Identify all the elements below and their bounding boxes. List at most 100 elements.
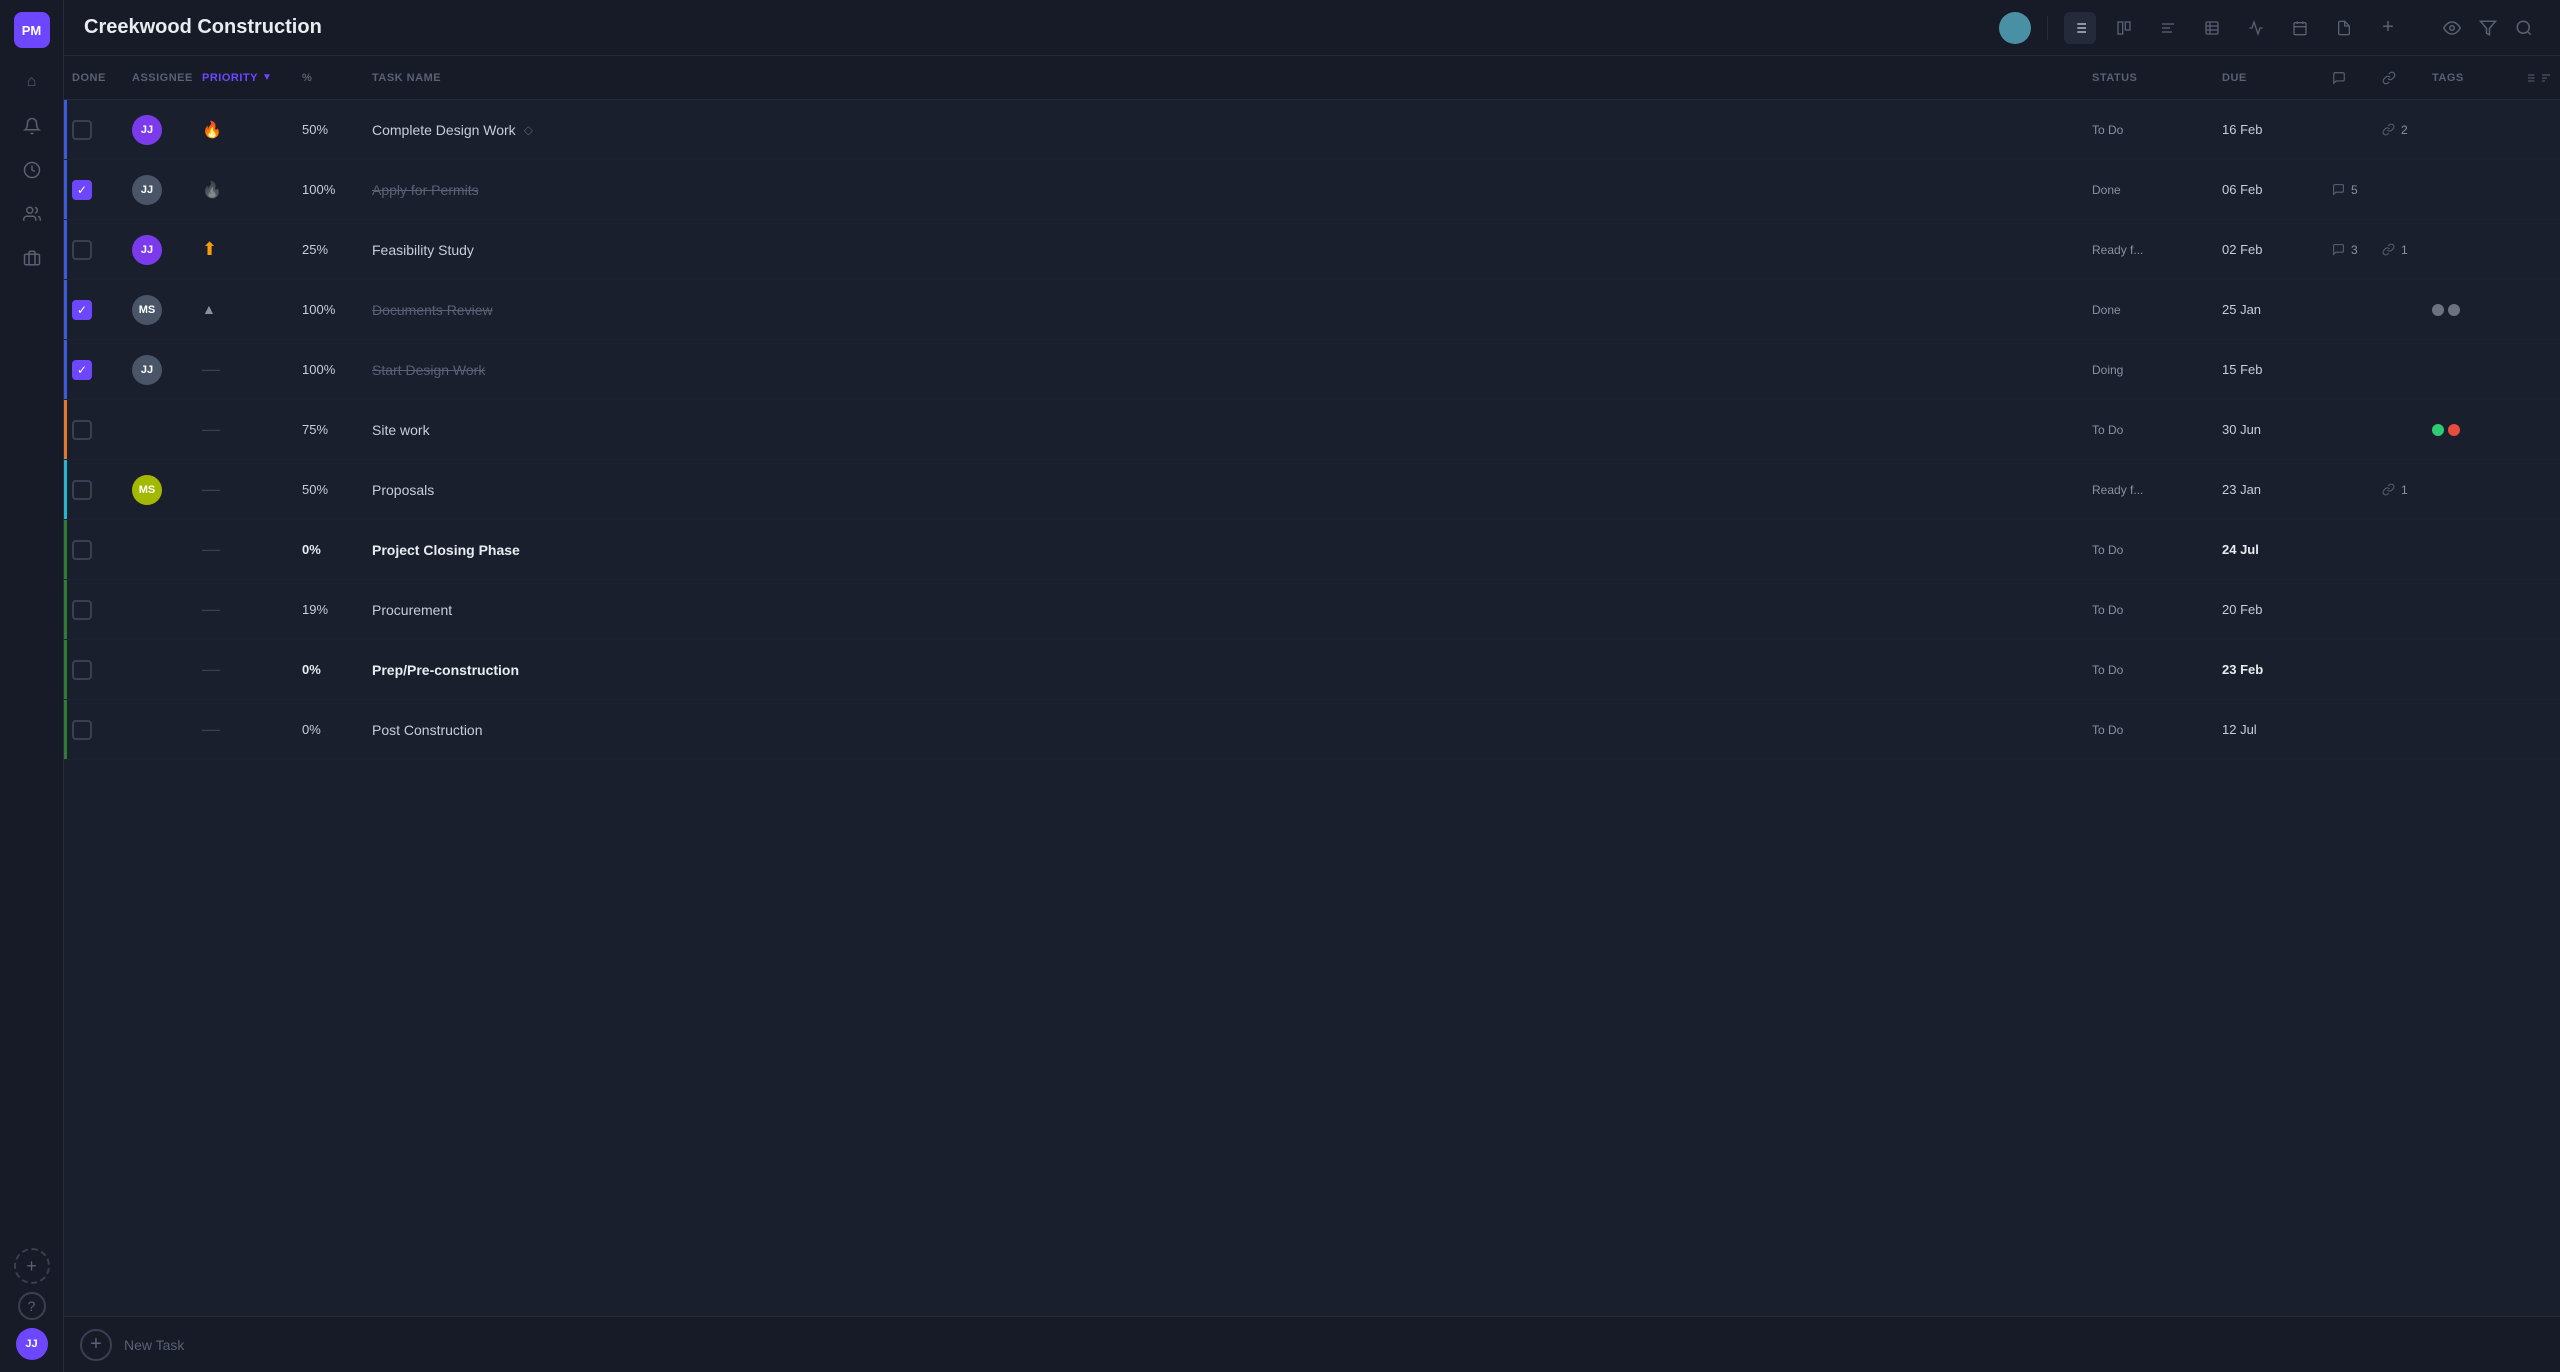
task-name[interactable]: Site work: [372, 422, 2092, 438]
col-priority[interactable]: PRIORITY ▼: [202, 72, 302, 84]
search-button[interactable]: [2508, 12, 2540, 44]
task-name[interactable]: Procurement: [372, 602, 2092, 618]
page-title: Creekwood Construction: [84, 16, 1987, 39]
task-status: To Do: [2092, 663, 2222, 677]
priority-icon: ⬆: [202, 239, 302, 260]
col-assignee: ASSIGNEE: [132, 72, 202, 84]
sidebar-item-history[interactable]: [14, 152, 50, 188]
filter-button[interactable]: [2472, 12, 2504, 44]
task-checkbox[interactable]: [72, 480, 92, 500]
sidebar-item-notifications[interactable]: [14, 108, 50, 144]
row-indicator: [64, 580, 67, 639]
table-row: MS—50%ProposalsReady f...23 Jan1: [64, 460, 2560, 520]
col-percent: %: [302, 72, 372, 84]
add-view-button[interactable]: +: [2372, 12, 2404, 44]
timeline-view-button[interactable]: [2240, 12, 2272, 44]
task-due-date: 16 Feb: [2222, 122, 2332, 137]
task-checkbox[interactable]: [72, 300, 92, 320]
task-percent: 100%: [302, 362, 372, 377]
watch-button[interactable]: [2436, 12, 2468, 44]
link-count: 1: [2401, 243, 2408, 257]
topbar: Creekwood Construction +: [64, 0, 2560, 56]
row-indicator: [64, 100, 67, 159]
assignee-avatar: MS: [132, 475, 162, 505]
task-name[interactable]: Documents Review: [372, 302, 2092, 318]
gantt-view-button[interactable]: [2152, 12, 2184, 44]
task-status: Doing: [2092, 363, 2222, 377]
task-name-suffix: ◇: [524, 123, 533, 137]
row-indicator: [64, 640, 67, 699]
sidebar-item-home[interactable]: ⌂: [14, 64, 50, 100]
task-checkbox[interactable]: [72, 600, 92, 620]
priority-icon: —: [202, 719, 302, 740]
row-indicator: [64, 340, 67, 399]
task-checkbox[interactable]: [72, 540, 92, 560]
sidebar-item-portfolio[interactable]: [14, 240, 50, 276]
task-status: Done: [2092, 183, 2222, 197]
task-name[interactable]: Post Construction: [372, 722, 2092, 738]
calendar-view-button[interactable]: [2284, 12, 2316, 44]
assignee-avatar: JJ: [132, 355, 162, 385]
task-comments: 3: [2332, 243, 2382, 257]
task-name[interactable]: Feasibility Study: [372, 242, 2092, 258]
assignee-avatar: JJ: [132, 175, 162, 205]
col-due: DUE: [2222, 72, 2332, 84]
task-tags: [2432, 424, 2552, 436]
priority-icon: —: [202, 539, 302, 560]
row-indicator: [64, 280, 67, 339]
link-count: 2: [2401, 123, 2408, 137]
row-indicator: [64, 520, 67, 579]
task-name[interactable]: Start Design Work: [372, 362, 2092, 378]
comment-count: 5: [2351, 183, 2358, 197]
list-view-button[interactable]: [2064, 12, 2096, 44]
task-checkbox[interactable]: [72, 240, 92, 260]
task-due-date: 30 Jun: [2222, 422, 2332, 437]
task-checkbox[interactable]: [72, 660, 92, 680]
priority-icon: —: [202, 659, 302, 680]
add-task-button[interactable]: +: [80, 1329, 112, 1361]
task-tags: [2432, 304, 2552, 316]
assignee-avatar: JJ: [132, 235, 162, 265]
task-name[interactable]: Apply for Permits: [372, 182, 2092, 198]
sidebar-add-project[interactable]: +: [14, 1248, 50, 1284]
sidebar-item-team[interactable]: [14, 196, 50, 232]
task-links: 1: [2382, 483, 2432, 497]
task-percent: 0%: [302, 662, 372, 677]
table-header: DONE ASSIGNEE PRIORITY ▼ % TASK NAME STA…: [64, 56, 2560, 100]
col-status: STATUS: [2092, 72, 2222, 84]
sidebar-help[interactable]: ?: [18, 1292, 46, 1320]
table-row: —75%Site workTo Do30 Jun: [64, 400, 2560, 460]
table-row: JJ🔥100%Apply for PermitsDone06 Feb5: [64, 160, 2560, 220]
table-row: JJ—100%Start Design WorkDoing15 Feb: [64, 340, 2560, 400]
task-table: DONE ASSIGNEE PRIORITY ▼ % TASK NAME STA…: [64, 56, 2560, 1316]
board-view-button[interactable]: [2108, 12, 2140, 44]
task-checkbox[interactable]: [72, 720, 92, 740]
task-name[interactable]: Complete Design Work ◇: [372, 122, 2092, 138]
priority-icon: —: [202, 359, 302, 380]
task-name[interactable]: Proposals: [372, 482, 2092, 498]
task-status: Ready f...: [2092, 243, 2222, 257]
task-due-date: 12 Jul: [2222, 722, 2332, 737]
sidebar-user-avatar[interactable]: JJ: [16, 1328, 48, 1360]
task-checkbox[interactable]: [72, 120, 92, 140]
task-name[interactable]: Project Closing Phase: [372, 542, 2092, 558]
table-row: —0%Prep/Pre-constructionTo Do23 Feb: [64, 640, 2560, 700]
files-view-button[interactable]: [2328, 12, 2360, 44]
priority-icon: —: [202, 479, 302, 500]
row-indicator: [64, 160, 67, 219]
task-name[interactable]: Prep/Pre-construction: [372, 662, 2092, 678]
task-status: To Do: [2092, 423, 2222, 437]
task-comments: 5: [2332, 183, 2382, 197]
task-checkbox[interactable]: [72, 360, 92, 380]
priority-icon: ▲: [202, 301, 302, 319]
task-percent: 0%: [302, 722, 372, 737]
task-percent: 50%: [302, 122, 372, 137]
task-checkbox[interactable]: [72, 180, 92, 200]
table-view-button[interactable]: [2196, 12, 2228, 44]
main-content: Creekwood Construction +: [64, 0, 2560, 1372]
table-row: —19%ProcurementTo Do20 Feb: [64, 580, 2560, 640]
task-checkbox[interactable]: [72, 420, 92, 440]
add-task-label: New Task: [124, 1337, 184, 1353]
priority-sort-icon: ▼: [262, 72, 272, 83]
task-percent: 19%: [302, 602, 372, 617]
